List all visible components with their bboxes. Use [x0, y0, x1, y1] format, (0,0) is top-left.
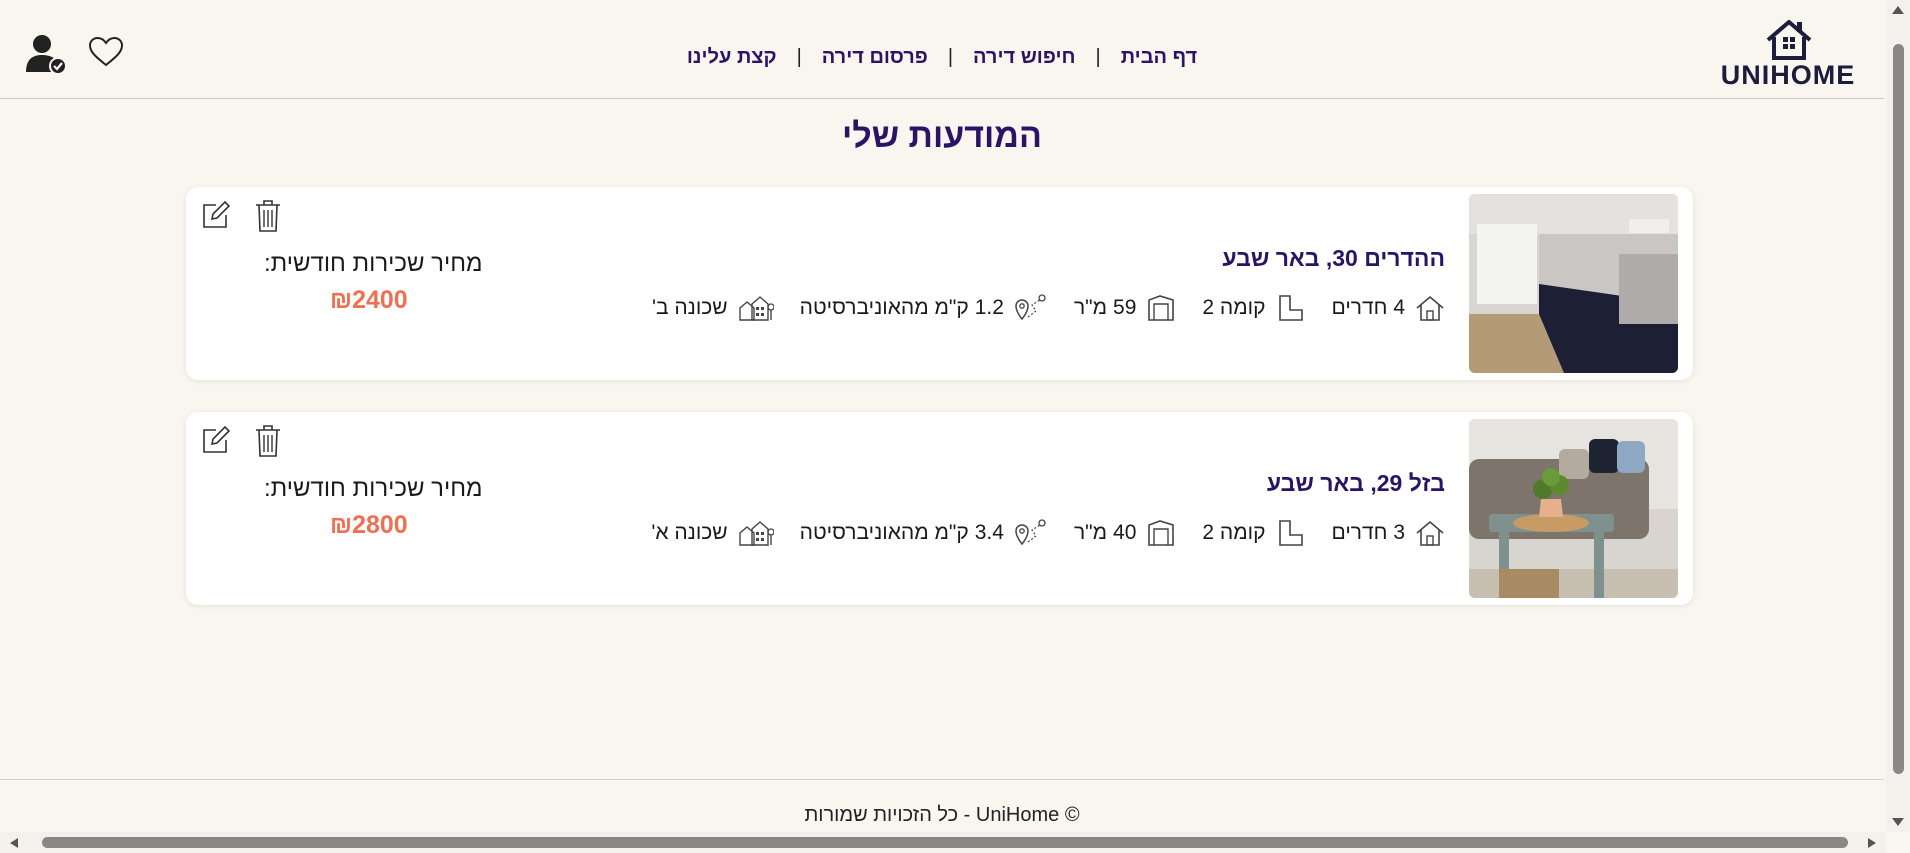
location-route-icon: [1015, 294, 1046, 321]
horizontal-scroll-thumb[interactable]: [42, 837, 1848, 848]
main-nav: דף הבית | חיפוש דירה | פרסום דירה | קצת …: [0, 46, 1884, 69]
neighborhood-buildings-icon: [738, 296, 774, 321]
scroll-down-arrow-icon[interactable]: [1891, 816, 1905, 828]
area-unit: מ"ר: [1073, 296, 1108, 319]
neighborhood-feature: שכונה ב': [652, 294, 774, 322]
area-feature: 59 מ"ר: [1074, 294, 1176, 322]
listing-features: 4 חדרים קומה 2 59 מ"ר 1.2 ק"מ מהאוניברסי…: [626, 293, 1445, 323]
scroll-right-arrow-icon[interactable]: [1866, 837, 1878, 849]
nav-separator: |: [796, 46, 802, 68]
rooms-feature: 3 חדרים: [1332, 519, 1445, 547]
stairs-icon: [1278, 295, 1303, 321]
distance-text: ק"מ מהאוניברסיטה: [799, 521, 969, 544]
listing-photo[interactable]: [1469, 194, 1678, 373]
location-route-icon: [1015, 519, 1046, 546]
area-unit: מ"ר: [1073, 521, 1108, 544]
floor-feature: קומה 2: [1202, 519, 1305, 547]
area-value: 40: [1113, 521, 1137, 544]
edit-icon[interactable]: [200, 425, 231, 461]
heart-icon[interactable]: [88, 36, 124, 73]
rooms-value: 3 חדרים: [1331, 521, 1405, 544]
price-value: ₪2800: [330, 511, 408, 539]
price-label: מחיר שכירות חודשית:: [264, 250, 483, 277]
listing-card: ההדרים 30, באר שבע 4 חדרים קומה 2 59 מ"ר: [186, 187, 1693, 380]
neighborhood-buildings-icon: [738, 521, 774, 546]
neighborhood-feature: שכונה א': [651, 519, 774, 547]
top-navigation-bar: UNIHOME דף הבית | חיפוש דירה | פרסום דיר…: [0, 12, 1884, 99]
area-value: 59: [1113, 296, 1137, 319]
price-value: ₪2400: [330, 286, 408, 314]
floor-plan-icon: [1148, 520, 1175, 546]
nav-separator: |: [1095, 46, 1101, 68]
listing-features: 3 חדרים קומה 2 40 מ"ר 3.4 ק"מ מהאוניברסי…: [625, 518, 1445, 548]
area-feature: 40 מ"ר: [1074, 519, 1176, 547]
footer-copyright: © UniHome - כל הזכויות שמורות: [804, 804, 1080, 826]
nav-separator: |: [947, 46, 954, 68]
listing-card: בזל 29, באר שבע 3 חדרים קומה 2 40 מ"ר 3.…: [186, 412, 1693, 605]
distance-value: 3.4: [974, 521, 1004, 544]
neighborhood-value: שכונה א': [651, 521, 728, 544]
house-icon: [1416, 520, 1444, 546]
floor-plan-icon: [1148, 295, 1175, 321]
distance-text: ק"מ מהאוניברסיטה: [799, 296, 969, 319]
scroll-left-arrow-icon[interactable]: [8, 837, 20, 849]
stairs-icon: [1278, 520, 1303, 546]
trash-icon[interactable]: [254, 424, 282, 463]
nav-about-us[interactable]: קצת עלינו: [687, 46, 777, 69]
price-label: מחיר שכירות חודשית:: [264, 475, 483, 502]
footer-divider: [0, 779, 1884, 780]
trash-icon[interactable]: [254, 199, 282, 238]
nav-search-apartment[interactable]: חיפוש דירה: [973, 46, 1076, 69]
edit-icon[interactable]: [200, 200, 231, 236]
listing-address[interactable]: ההדרים 30, באר שבע: [1222, 245, 1445, 272]
user-check-icon[interactable]: [24, 32, 68, 81]
distance-feature: 1.2 ק"מ מהאוניברסיטה: [800, 293, 1048, 323]
listing-address[interactable]: בזל 29, באר שבע: [1267, 470, 1445, 497]
listing-photo[interactable]: [1469, 419, 1678, 598]
distance-feature: 3.4 ק"מ מהאוניברסיטה: [800, 518, 1048, 548]
nav-publish-apartment[interactable]: פרסום דירה: [822, 46, 928, 69]
scroll-up-arrow-icon[interactable]: [1891, 4, 1905, 16]
horizontal-scrollbar[interactable]: [0, 832, 1886, 853]
floor-value: קומה 2: [1202, 296, 1266, 319]
floor-feature: קומה 2: [1202, 294, 1305, 322]
floor-value: קומה 2: [1202, 521, 1266, 544]
vertical-scroll-thumb[interactable]: [1893, 44, 1904, 774]
house-icon: [1416, 295, 1444, 321]
vertical-scrollbar[interactable]: [1886, 0, 1910, 832]
distance-value: 1.2: [974, 296, 1004, 319]
page-title: המודעות שלי: [842, 117, 1042, 155]
rooms-feature: 4 חדרים: [1332, 294, 1445, 322]
nav-home[interactable]: דף הבית: [1121, 46, 1197, 69]
neighborhood-value: שכונה ב': [651, 296, 728, 319]
rooms-value: 4 חדרים: [1331, 296, 1405, 319]
